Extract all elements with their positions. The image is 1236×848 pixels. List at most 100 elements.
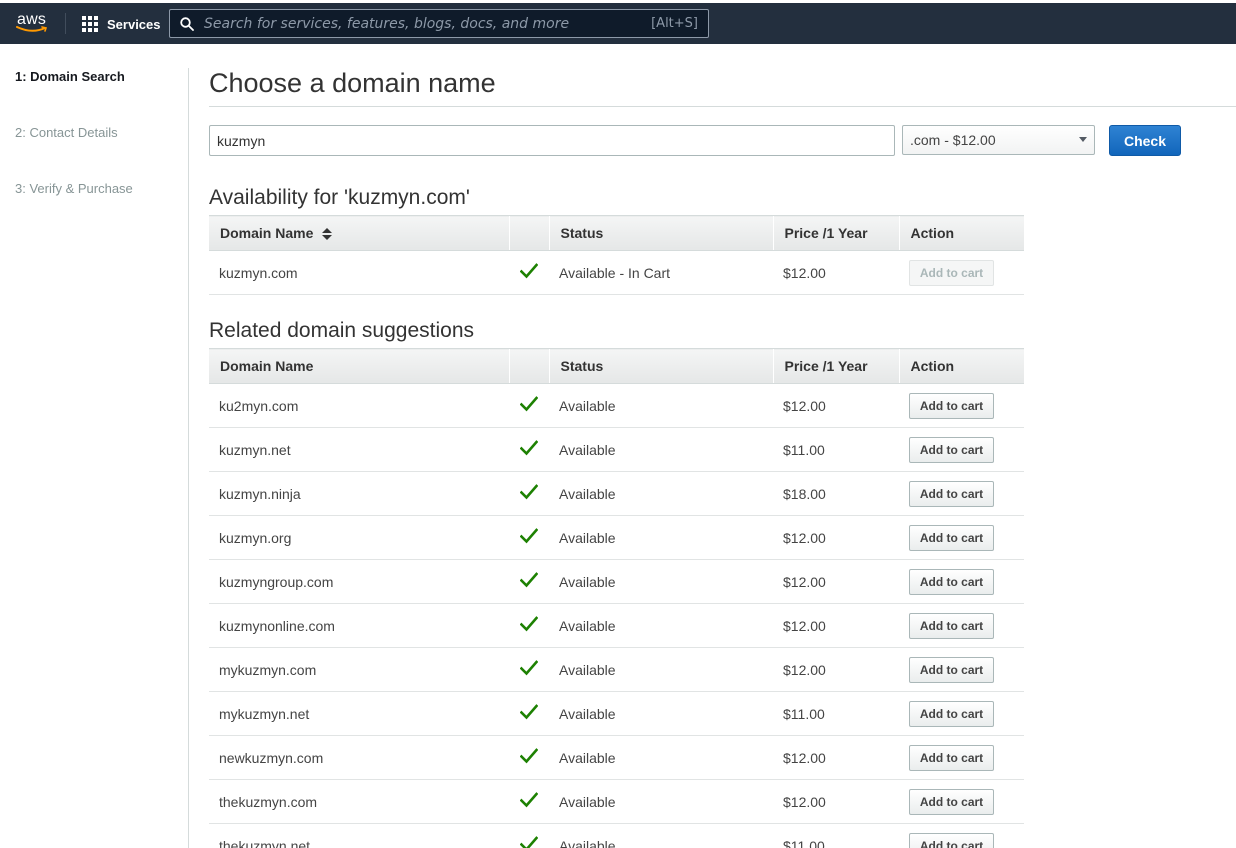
availability-icon-cell [509, 559, 549, 604]
tld-select-value: .com - $12.00 [910, 132, 996, 148]
search-icon [180, 17, 194, 31]
add-to-cart-button: Add to cart [909, 259, 994, 286]
step-contact-details[interactable]: 2: Contact Details [15, 125, 185, 181]
status-cell: Available [549, 735, 773, 780]
availability-icon-cell [509, 647, 549, 692]
check-icon [519, 528, 539, 544]
add-to-cart-button[interactable]: Add to cart [909, 656, 994, 683]
nav-separator [65, 13, 66, 34]
table-row: kuzmynonline.com Available $12.00 Add to ca… [209, 603, 1024, 648]
status-cell: Available - In Cart [549, 250, 773, 295]
price-cell: $11.00 [773, 691, 899, 736]
price-cell: $12.00 [773, 515, 899, 560]
page-title: Choose a domain name [209, 68, 496, 98]
action-cell: Add to cart [899, 383, 1024, 428]
availability-title: Availability for 'kuzmyn.com' [209, 186, 470, 209]
status-cell: Available [549, 603, 773, 648]
table-row: kuzmyngroup.com Available $12.00 Add to car… [209, 559, 1024, 604]
add-to-cart-button[interactable]: Add to cart [909, 744, 994, 771]
add-to-cart-button[interactable]: Add to cart [909, 568, 994, 595]
services-menu-button[interactable]: Services [82, 14, 161, 34]
check-icon [519, 748, 539, 764]
table-row: thekuzmyn.com Available $12.00 Add to cart [209, 779, 1024, 824]
table-row: newkuzmyn.com Available $12.00 Add to cart [209, 735, 1024, 780]
price-cell: $12.00 [773, 383, 899, 428]
check-icon [519, 484, 539, 500]
availability-icon-cell [509, 471, 549, 516]
status-cell: Available [549, 471, 773, 516]
top-nav: aws Services [Alt+S] [0, 3, 1236, 44]
sort-icon[interactable] [321, 227, 333, 241]
availability-icon-cell [509, 250, 549, 295]
action-cell: Add to cart [899, 779, 1024, 824]
column-header-action: Action [898, 215, 1024, 251]
chevron-down-icon [1079, 137, 1087, 142]
aws-logo[interactable]: aws [16, 10, 50, 36]
domain-name-cell: newkuzmyn.com [209, 735, 509, 780]
steps-divider [188, 68, 189, 848]
availability-icon-cell [509, 823, 549, 848]
availability-icon-cell [509, 779, 549, 824]
check-icon [519, 704, 539, 720]
price-cell: $11.00 [773, 427, 899, 472]
action-cell: Add to cart [899, 515, 1024, 560]
step-domain-search[interactable]: 1: Domain Search [15, 69, 185, 125]
availability-icon-cell [509, 603, 549, 648]
domain-name-cell: kuzmynonline.com [209, 603, 509, 648]
price-cell: $12.00 [773, 250, 899, 295]
check-icon [519, 440, 539, 456]
domain-search-input[interactable] [209, 125, 895, 156]
tld-select[interactable]: .com - $12.00 [902, 125, 1095, 155]
check-icon [519, 263, 539, 279]
domain-name-cell: mykuzmyn.net [209, 691, 509, 736]
status-cell: Available [549, 559, 773, 604]
table-row: mykuzmyn.com Available $12.00 Add to cart [209, 647, 1024, 692]
status-cell: Available [549, 515, 773, 560]
title-divider [209, 106, 1236, 107]
domain-name-cell: mykuzmyn.com [209, 647, 509, 692]
add-to-cart-button[interactable]: Add to cart [909, 524, 994, 551]
price-cell: $11.00 [773, 823, 899, 848]
column-header-domain-name: Domain Name [209, 348, 509, 384]
availability-icon-cell [509, 735, 549, 780]
status-cell: Available [549, 779, 773, 824]
availability-icon-cell [509, 691, 549, 736]
action-cell: Add to cart [899, 471, 1024, 516]
add-to-cart-button[interactable]: Add to cart [909, 436, 994, 463]
domain-name-cell: kuzmyngroup.com [209, 559, 509, 604]
add-to-cart-button[interactable]: Add to cart [909, 612, 994, 639]
column-header-domain-name[interactable]: Domain Name [209, 215, 509, 251]
availability-icon-cell [509, 383, 549, 428]
add-to-cart-button[interactable]: Add to cart [909, 480, 994, 507]
global-search[interactable]: [Alt+S] [169, 9, 709, 38]
step-verify-purchase[interactable]: 3: Verify & Purchase [15, 181, 185, 237]
services-label: Services [107, 16, 161, 32]
action-cell: Add to cart [899, 559, 1024, 604]
status-cell: Available [549, 823, 773, 848]
suggestions-title: Related domain suggestions [209, 319, 475, 342]
check-button[interactable]: Check [1109, 125, 1181, 156]
price-cell: $12.00 [773, 647, 899, 692]
add-to-cart-button[interactable]: Add to cart [909, 788, 994, 815]
grid-icon [82, 16, 98, 32]
check-icon [519, 396, 539, 412]
status-cell: Available [549, 427, 773, 472]
price-cell: $12.00 [773, 735, 899, 780]
add-to-cart-button[interactable]: Add to cart [909, 392, 994, 419]
price-cell: $18.00 [773, 471, 899, 516]
action-cell: Add to cart [899, 691, 1024, 736]
price-cell: $12.00 [773, 603, 899, 648]
search-shortcut-hint: [Alt+S] [651, 16, 698, 31]
table-row: ku2myn.com Available $12.00 Add to cart [209, 383, 1024, 428]
table-row: mykuzmyn.net Available $11.00 Add to cart [209, 691, 1024, 736]
add-to-cart-button[interactable]: Add to cart [909, 700, 994, 727]
domain-name-cell: kuzmyn.org [209, 515, 509, 560]
add-to-cart-button[interactable]: Add to cart [909, 832, 994, 848]
domain-name-cell: kuzmyn.ninja [209, 471, 509, 516]
check-icon [519, 572, 539, 588]
domain-name-cell: kuzmyn.com [209, 250, 509, 295]
domain-name-cell: thekuzmyn.net [209, 823, 509, 848]
search-input[interactable] [204, 10, 634, 37]
column-header-status: Status [548, 348, 773, 384]
availability-icon-cell [509, 427, 549, 472]
